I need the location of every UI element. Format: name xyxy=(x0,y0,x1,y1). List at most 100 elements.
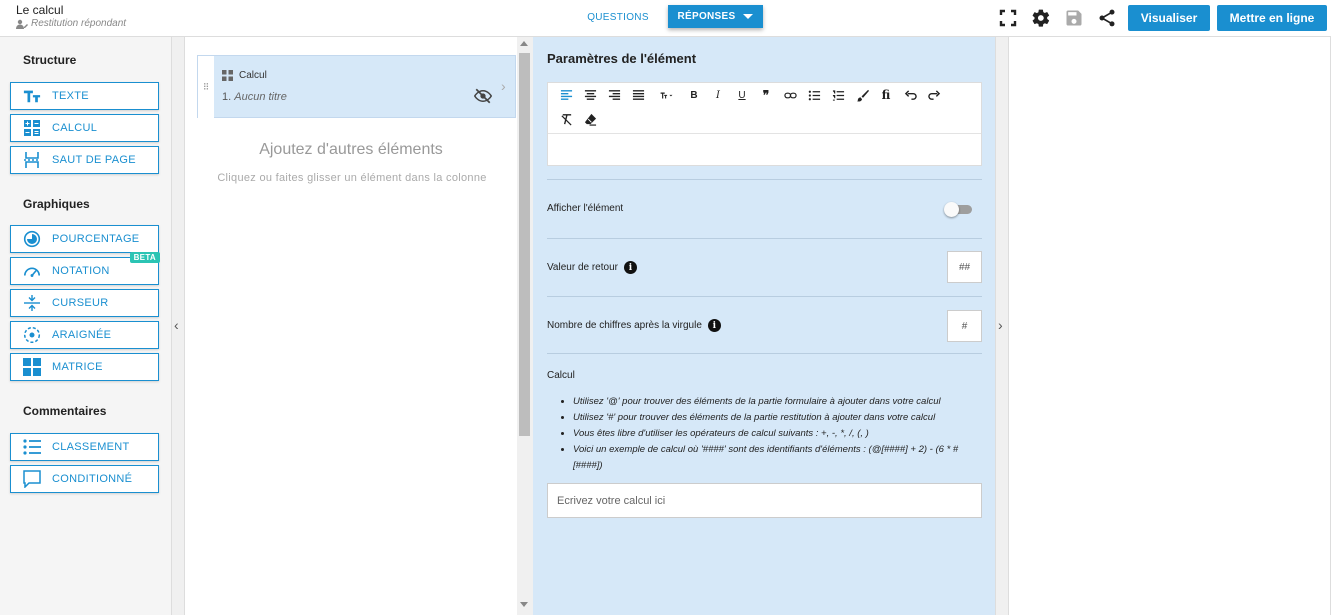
tool-saut-de-page[interactable]: SAUT DE PAGE xyxy=(10,146,159,174)
element-card-title: 1. Aucun titre xyxy=(222,91,287,103)
italic-icon[interactable]: I xyxy=(708,86,728,104)
tool-label: CONDITIONNÉ xyxy=(52,473,133,485)
show-element-label: Afficher l'élément xyxy=(547,203,624,214)
gauge-icon xyxy=(22,262,42,280)
page-break-icon xyxy=(22,151,42,169)
tool-label: MATRICE xyxy=(52,361,103,373)
document-title: Le calcul xyxy=(16,3,64,17)
return-value-label: Valeur de retour xyxy=(547,262,618,273)
calc-input[interactable]: Ecrivez votre calcul ici xyxy=(547,483,982,518)
tab-questions[interactable]: QUESTIONS xyxy=(578,6,658,28)
tool-label: NOTATION xyxy=(52,265,110,277)
tool-label: CALCUL xyxy=(52,122,98,134)
align-justify-icon[interactable] xyxy=(628,86,648,104)
bulleted-list-icon[interactable] xyxy=(804,86,824,104)
brush-icon[interactable] xyxy=(852,86,872,104)
section-title-graphiques: Graphiques xyxy=(23,197,90,211)
list-icon xyxy=(22,438,42,456)
grid-icon xyxy=(22,358,42,376)
special-chars-icon[interactable]: ﬁ xyxy=(876,86,896,104)
calc-hint: Utilisez '@' pour trouver des éléments d… xyxy=(573,394,983,410)
chevron-left-icon: ‹ xyxy=(174,317,179,333)
calc-hint: Vous êtes libre d'utiliser les opérateur… xyxy=(573,426,983,442)
numbered-list-icon[interactable] xyxy=(828,86,848,104)
redo-icon[interactable] xyxy=(924,86,944,104)
gear-icon[interactable] xyxy=(1031,8,1051,28)
tool-curseur[interactable]: CURSEUR xyxy=(10,289,159,317)
add-elements-subtitle: Cliquez ou faites glisser un élément dan… xyxy=(217,172,487,184)
scrollbar-thumb[interactable] xyxy=(519,53,530,436)
section-title-structure: Structure xyxy=(23,53,77,67)
tab-responses[interactable]: RÉPONSES xyxy=(668,5,763,28)
decimals-label: Nombre de chiffres après la virgule xyxy=(547,320,702,331)
element-palette: Structure TEXTE CALCUL SAUT DE PAGE Grap… xyxy=(0,37,172,615)
section-title-commentaires: Commentaires xyxy=(23,404,107,418)
link-icon[interactable] xyxy=(780,86,800,104)
add-elements-title: Ajoutez d'autres éléments xyxy=(259,141,443,158)
scroll-down-icon[interactable] xyxy=(520,602,528,607)
text-icon xyxy=(22,87,42,105)
show-element-toggle[interactable] xyxy=(944,202,974,217)
tool-label: ARAIGNÉE xyxy=(52,329,112,341)
drag-handle-icon[interactable]: ⠿ xyxy=(198,56,214,119)
share-icon[interactable] xyxy=(1097,8,1117,28)
calculator-icon xyxy=(222,70,233,81)
info-icon[interactable]: i xyxy=(623,261,637,274)
eye-off-icon[interactable] xyxy=(474,88,492,104)
tool-calcul[interactable]: CALCUL xyxy=(10,114,159,142)
preview-panel xyxy=(1009,37,1331,615)
tool-texte[interactable]: TEXTE xyxy=(10,82,159,110)
scroll-up-icon[interactable] xyxy=(520,41,528,46)
pie-icon xyxy=(22,230,42,248)
preview-button[interactable]: Visualiser xyxy=(1128,5,1210,31)
element-card-type: Calcul xyxy=(222,70,267,81)
fullscreen-icon[interactable] xyxy=(998,8,1018,28)
save-icon[interactable] xyxy=(1064,8,1084,28)
user-edit-icon xyxy=(16,19,28,29)
info-icon[interactable]: i xyxy=(707,319,721,332)
collapse-right-handle[interactable]: › xyxy=(995,37,1009,615)
beta-badge: BETA xyxy=(129,252,160,263)
chevron-down-icon xyxy=(743,14,754,19)
element-card[interactable]: ⠿ Calcul 1. Aucun titre › xyxy=(197,55,516,119)
bold-icon[interactable]: B xyxy=(684,86,704,104)
undo-icon[interactable] xyxy=(900,86,920,104)
radar-icon xyxy=(22,326,42,344)
return-value-input[interactable]: ## xyxy=(947,251,982,283)
calculator-icon xyxy=(22,119,42,137)
calc-hint: Utilisez '#' pour trouver des éléments d… xyxy=(573,410,983,426)
editor-divider xyxy=(548,133,981,134)
decimals-input[interactable]: # xyxy=(947,310,982,342)
scrollbar[interactable] xyxy=(517,37,533,615)
underline-icon[interactable]: U xyxy=(732,86,752,104)
chevron-right-icon: › xyxy=(998,317,1003,333)
align-left-icon[interactable] xyxy=(556,86,576,104)
font-size-icon[interactable] xyxy=(652,86,680,104)
element-settings-panel: Paramètres de l'élément B I U ❞ ﬁ Affich… xyxy=(533,37,995,615)
tool-pourcentage[interactable]: POURCENTAGE xyxy=(10,225,159,253)
tool-classement[interactable]: CLASSEMENT xyxy=(10,433,159,461)
divider xyxy=(547,179,982,180)
tool-matrice[interactable]: MATRICE xyxy=(10,353,159,381)
tool-label: TEXTE xyxy=(52,90,89,102)
align-right-icon[interactable] xyxy=(604,86,624,104)
chevron-right-icon[interactable]: › xyxy=(501,78,506,94)
settings-title: Paramètres de l'élément xyxy=(547,51,697,66)
tool-araignee[interactable]: ARAIGNÉE xyxy=(10,321,159,349)
element-card-number: 1. xyxy=(222,91,232,103)
slider-icon xyxy=(22,294,42,312)
tool-label: CLASSEMENT xyxy=(52,441,130,453)
rich-text-editor[interactable]: B I U ❞ ﬁ xyxy=(547,82,982,166)
align-center-icon[interactable] xyxy=(580,86,600,104)
toggle-knob xyxy=(944,202,959,217)
tab-responses-label: RÉPONSES xyxy=(677,11,736,22)
collapse-left-handle[interactable]: ‹ xyxy=(172,37,185,615)
publish-button[interactable]: Mettre en ligne xyxy=(1217,5,1327,31)
tool-notation[interactable]: NOTATION BETA xyxy=(10,252,160,285)
quote-icon[interactable]: ❞ xyxy=(756,86,776,104)
tool-conditionne[interactable]: CONDITIONNÉ xyxy=(10,465,159,493)
divider xyxy=(547,296,982,297)
eraser-icon[interactable] xyxy=(580,110,600,128)
clear-format-icon[interactable] xyxy=(556,110,576,128)
calc-hints-list: Utilisez '@' pour trouver des éléments d… xyxy=(573,394,983,474)
